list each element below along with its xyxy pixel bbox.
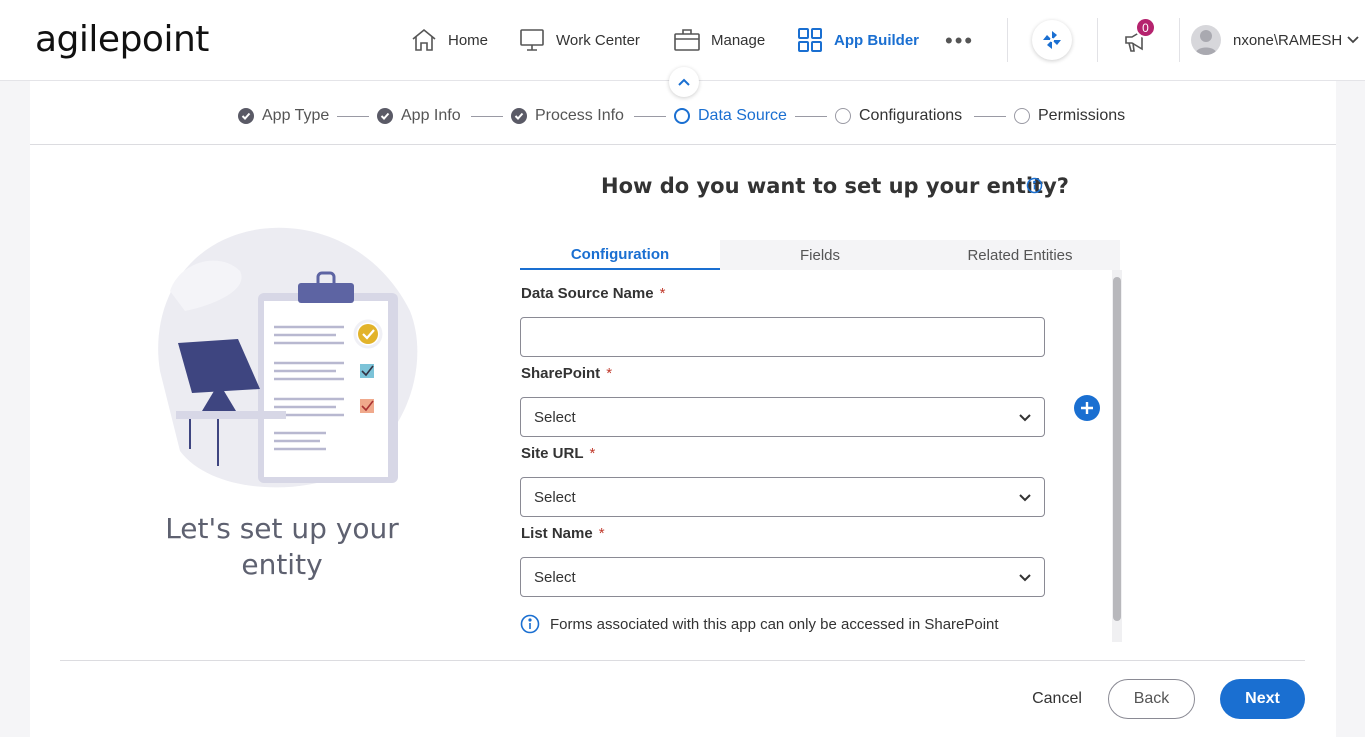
form-scrollbar-thumb[interactable] xyxy=(1113,277,1121,621)
nav-home[interactable]: Home xyxy=(410,24,488,56)
tab-related-entities[interactable]: Related Entities xyxy=(920,240,1120,270)
next-button[interactable]: Next xyxy=(1220,679,1305,719)
list-name-select-value: Select xyxy=(534,568,576,586)
user-name[interactable]: nxone\RAMESH... xyxy=(1233,32,1343,49)
nav-manage[interactable]: Manage xyxy=(673,24,765,56)
pinwheel-icon xyxy=(1043,31,1061,49)
step-connector xyxy=(795,116,827,117)
sharepoint-label: SharePoint * xyxy=(521,365,613,382)
monitor-icon xyxy=(520,29,544,51)
required-marker: * xyxy=(598,525,605,542)
tab-configuration[interactable]: Configuration xyxy=(520,240,720,270)
step-connector xyxy=(337,116,369,117)
notification-count-badge: 0 xyxy=(1135,17,1156,38)
sharepoint-select-value: Select xyxy=(534,408,576,426)
step-process-info[interactable]: Process Info xyxy=(511,106,624,126)
chevron-down-icon xyxy=(1019,574,1031,582)
configuration-form: Data Source Name * SharePoint * Select Sit… xyxy=(520,270,1122,642)
required-marker: * xyxy=(589,445,596,462)
user-silhouette-icon xyxy=(1195,30,1217,55)
cancel-button[interactable]: Cancel xyxy=(1018,679,1096,719)
wizard-card: App Type App Info Process Info Data Sour… xyxy=(30,81,1336,737)
nav-work-center-label: Work Center xyxy=(556,31,640,49)
site-url-select-value: Select xyxy=(534,488,576,506)
step-check-icon xyxy=(377,108,393,124)
sharepoint-access-notice: Forms associated with this app can only … xyxy=(520,614,999,634)
step-configurations[interactable]: Configurations xyxy=(835,106,962,126)
required-marker: * xyxy=(659,285,666,302)
step-label: App Type xyxy=(262,107,330,124)
chevron-down-icon xyxy=(1019,414,1031,422)
back-button[interactable]: Back xyxy=(1108,679,1195,719)
step-check-icon xyxy=(238,108,254,124)
step-app-type[interactable]: App Type xyxy=(238,106,329,126)
step-label: Data Source xyxy=(698,107,787,124)
footer-divider xyxy=(60,660,1305,661)
site-url-label: Site URL * xyxy=(521,445,596,462)
briefcase-icon xyxy=(674,29,700,51)
step-connector xyxy=(974,116,1006,117)
step-label: Process Info xyxy=(535,107,624,124)
step-connector xyxy=(471,116,503,117)
agilepoint-logo[interactable]: agilepoint xyxy=(35,18,209,62)
home-icon xyxy=(412,28,436,51)
step-label: Configurations xyxy=(859,107,963,124)
chevron-down-icon[interactable] xyxy=(1346,33,1360,47)
step-pending-icon xyxy=(1014,108,1030,124)
nav-app-builder[interactable]: App Builder xyxy=(796,24,919,56)
chevron-down-icon xyxy=(1019,494,1031,502)
step-app-info[interactable]: App Info xyxy=(377,106,461,126)
grid-apps-icon xyxy=(798,28,822,52)
step-data-source[interactable]: Data Source xyxy=(674,106,787,126)
info-icon xyxy=(520,614,540,634)
required-marker: * xyxy=(606,365,613,382)
entity-setup-tabs: Configuration Fields Related Entities xyxy=(520,240,1120,270)
illustration-caption: Let's set up your entity xyxy=(165,512,399,581)
add-sharepoint-button[interactable] xyxy=(1074,395,1100,421)
step-pending-icon xyxy=(835,108,851,124)
data-source-name-input[interactable] xyxy=(520,317,1045,357)
step-connector xyxy=(634,116,666,117)
notice-text: Forms associated with this app can only … xyxy=(550,615,999,633)
step-label: Permissions xyxy=(1038,107,1126,124)
data-source-name-label: Data Source Name * xyxy=(521,285,666,302)
plus-icon xyxy=(1081,402,1093,414)
list-name-label: List Name * xyxy=(521,525,605,542)
tab-fields[interactable]: Fields xyxy=(720,240,920,270)
step-label: App Info xyxy=(401,107,461,124)
step-permissions[interactable]: Permissions xyxy=(1014,106,1125,126)
nav-manage-label: Manage xyxy=(711,31,766,49)
sharepoint-select[interactable]: Select xyxy=(520,397,1045,437)
nav-app-builder-label: App Builder xyxy=(834,31,919,49)
chevron-up-icon xyxy=(678,78,690,86)
nav-work-center[interactable]: Work Center xyxy=(518,24,640,56)
user-avatar[interactable] xyxy=(1191,25,1221,55)
step-current-icon xyxy=(674,108,690,124)
nav-divider xyxy=(1179,18,1180,62)
clipboard-illustration xyxy=(158,227,418,488)
info-icon[interactable] xyxy=(1026,177,1043,194)
list-name-select[interactable]: Select xyxy=(520,557,1045,597)
nav-divider xyxy=(1007,18,1008,62)
more-menu-icon[interactable]: ••• xyxy=(945,28,974,54)
site-url-select[interactable]: Select xyxy=(520,477,1045,517)
page-heading: How do you want to set up your entity? xyxy=(601,174,1069,198)
nav-divider xyxy=(1097,18,1098,62)
ai-assistant-button[interactable] xyxy=(1032,20,1072,60)
nav-home-label: Home xyxy=(448,31,489,49)
step-check-icon xyxy=(511,108,527,124)
collapse-header-button[interactable] xyxy=(669,67,699,97)
